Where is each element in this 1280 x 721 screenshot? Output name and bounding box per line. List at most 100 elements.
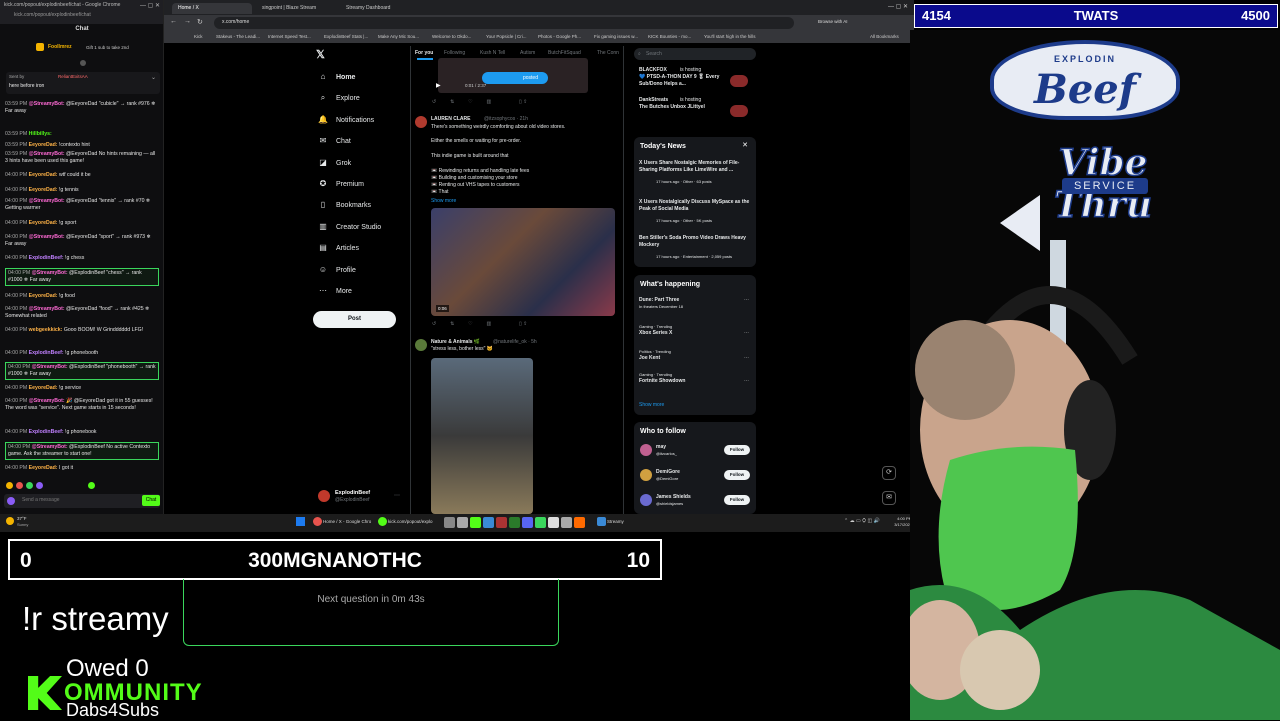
chat-username[interactable]: ExplodinBeef: <box>29 350 64 356</box>
nav-item-profile[interactable]: ☺ Profile <box>318 263 356 277</box>
account-avatar[interactable] <box>318 490 330 502</box>
chat-message[interactable]: 04:00 PM webgeekkick: Gooo BOOM! W Grind… <box>5 327 159 334</box>
chat-username[interactable]: webgeekkick: <box>29 327 63 333</box>
post-button[interactable]: Post <box>313 311 396 328</box>
ai-browse-button[interactable]: Browse with AI <box>818 19 848 24</box>
chat-username[interactable]: EeyoreDad: <box>29 172 58 178</box>
news-headline[interactable]: X Users Share Nostalgic Memories of File… <box>639 160 751 173</box>
grok-icon[interactable]: ⟳ <box>882 466 896 480</box>
news-headline[interactable]: Ben Stiller's Soda Promo Video Draws Hea… <box>639 235 751 248</box>
chat-url[interactable]: kick.com/popout/explodinbeef/chat <box>0 12 163 22</box>
trend-name[interactable]: Fortnite Showdown <box>639 378 685 385</box>
chat-username[interactable]: EeyoreDad: <box>29 220 58 226</box>
chat-message[interactable]: 03:59 PM @StreamyBot: @EeyoreDad "cubicl… <box>5 101 159 115</box>
space-avatars[interactable] <box>730 75 748 87</box>
emote-icon[interactable] <box>6 482 13 489</box>
back-icon[interactable]: ← <box>170 18 177 25</box>
chrome-icon[interactable] <box>313 517 322 526</box>
search-input[interactable]: Search <box>634 48 756 60</box>
discord-icon[interactable] <box>522 517 533 528</box>
tweet-image-video-store[interactable] <box>431 208 615 316</box>
tweet-author[interactable]: LAUREN CLARE <box>431 116 470 123</box>
bookmark-item[interactable]: Photos - Google Ph... <box>538 34 581 39</box>
chat-username[interactable]: EeyoreDad: <box>29 293 58 299</box>
follow-name[interactable]: DemiGore <box>656 469 680 476</box>
chat-username[interactable]: @StreamyBot: <box>29 234 65 240</box>
feed-tab[interactable]: Autism <box>520 50 535 56</box>
bookmark-item[interactable]: ExplodinBeef Stats |... <box>324 34 368 39</box>
nav-item-notifications[interactable]: 🔔 Notifications <box>318 113 374 127</box>
chat-username[interactable]: EeyoreDad: <box>29 142 58 148</box>
chat-message[interactable]: 04:00 PM @StreamyBot: @ExplodinBeef No a… <box>5 442 159 460</box>
follow-avatar[interactable] <box>640 469 652 481</box>
tweet-actions[interactable]: ↺ ⇅ ♡ ▥ ▯ ⇪ <box>432 321 612 327</box>
chat-send-button[interactable]: Chat <box>142 495 160 506</box>
chat-username[interactable]: Hillbillys: <box>29 131 52 137</box>
nav-item-grok[interactable]: ◪ Grok <box>318 156 351 170</box>
chat-username[interactable]: @StreamyBot: <box>32 270 68 276</box>
bookmark-item[interactable]: Internet Speed Test... <box>268 34 311 39</box>
feed-tab[interactable]: Kush N Tell <box>480 50 505 56</box>
chat-username[interactable]: @StreamyBot: <box>32 364 68 370</box>
play-icon[interactable]: ▶ <box>436 82 441 89</box>
more-icon[interactable]: ⋯ <box>394 492 400 499</box>
chat-message[interactable]: 03:59 PM EeyoreDad: !contexto hint <box>5 142 159 149</box>
chat-username[interactable]: @StreamyBot: <box>29 398 65 404</box>
nav-item-creator-studio[interactable]: ▥ Creator Studio <box>318 220 381 234</box>
space-avatars[interactable] <box>730 105 748 117</box>
spotify-icon[interactable] <box>509 517 520 528</box>
follow-name[interactable]: may <box>656 444 666 451</box>
chat-username[interactable]: @StreamyBot: <box>29 101 65 107</box>
show-more-link[interactable]: Show more <box>639 402 664 409</box>
messages-icon[interactable]: ✉ <box>882 491 896 505</box>
chat-message[interactable]: 04:00 PM @StreamyBot: @EeyoreDad "sport"… <box>5 234 159 248</box>
terminal-icon[interactable] <box>561 517 572 528</box>
tweet-actions[interactable]: ↺ ⇅ ♡ ▥ ▯ ⇪ <box>432 99 612 105</box>
chat-message[interactable]: 04:00 PM EeyoreDad: wtf could it be <box>5 172 159 179</box>
nav-item-bookmarks[interactable]: ▯ Bookmarks <box>318 198 371 212</box>
more-icon[interactable]: ⋯ <box>744 355 749 362</box>
follow-button[interactable]: Follow <box>724 470 750 480</box>
chat-message[interactable]: 04:00 PM EeyoreDad: !g food <box>5 293 159 300</box>
nav-item-home[interactable]: ⌂ Home <box>318 70 356 84</box>
bookmark-item[interactable]: Make Any Mic Sou... <box>378 34 419 39</box>
chat-username[interactable]: @StreamyBot: <box>29 198 65 204</box>
follow-avatar[interactable] <box>640 494 652 506</box>
bookmark-item[interactable]: Stakeus - The Leadi... <box>216 34 260 39</box>
emote-icon[interactable] <box>36 482 43 489</box>
chat-message[interactable]: 04:00 PM @StreamyBot: @EeyoreDad "food" … <box>5 306 159 320</box>
play-icon[interactable] <box>470 517 481 528</box>
reload-icon[interactable]: ↻ <box>197 18 203 26</box>
show-more-link[interactable]: Show more <box>431 198 456 205</box>
taskbar-window-kick[interactable]: kick.com/popout/explo <box>388 519 433 524</box>
app-icon[interactable] <box>548 517 559 528</box>
tray-icons[interactable]: ⌃ ☁ ▭ ⛭ ◫ 🔊 <box>844 518 880 524</box>
space-host[interactable]: BLACKFOX <box>639 67 667 74</box>
chat-message[interactable]: 04:00 PM @StreamyBot: 🎉 @EeyoreDad got i… <box>5 398 159 412</box>
bookmark-item[interactable]: You'll start high in the hills <box>704 34 755 39</box>
taskbar-window-x[interactable]: Home / X - Google Chro <box>323 519 371 524</box>
chat-message[interactable]: 04:00 PM EeyoreDad: !g sport <box>5 220 159 227</box>
start-icon[interactable] <box>296 517 305 526</box>
bookmark-item[interactable]: KICK Bounties - mo... <box>648 34 691 39</box>
chat-message[interactable]: 03:59 PM Hillbillys: <box>5 131 159 138</box>
settings-icon[interactable] <box>457 517 468 528</box>
app-icon[interactable] <box>496 517 507 528</box>
trend-name[interactable]: Dune: Part Three <box>639 297 679 304</box>
bookmark-item[interactable]: Welcome to Okdo... <box>432 34 471 39</box>
chat-message-input[interactable]: Send a message <box>4 494 160 508</box>
tab-blaze-stream[interactable]: singpoint | Blaze Stream <box>256 3 336 14</box>
more-icon[interactable]: ⋯ <box>744 378 749 385</box>
feed-tab[interactable]: ButchFitSquad <box>548 50 581 56</box>
more-icon[interactable]: ⋯ <box>744 297 749 304</box>
forward-icon[interactable]: → <box>184 18 191 25</box>
follow-button[interactable]: Follow <box>724 495 750 505</box>
close-icon[interactable]: ✕ <box>742 141 748 149</box>
x-logo-icon[interactable]: 𝕏 <box>316 48 325 61</box>
chat-username[interactable]: @StreamyBot: <box>29 306 65 312</box>
steam-icon[interactable] <box>483 517 494 528</box>
nav-item-explore[interactable]: ⌕ Explore <box>318 91 360 105</box>
feed-tab[interactable]: Following <box>444 50 465 56</box>
chat-username[interactable]: EeyoreDad: <box>29 187 58 193</box>
app-icon[interactable] <box>535 517 546 528</box>
